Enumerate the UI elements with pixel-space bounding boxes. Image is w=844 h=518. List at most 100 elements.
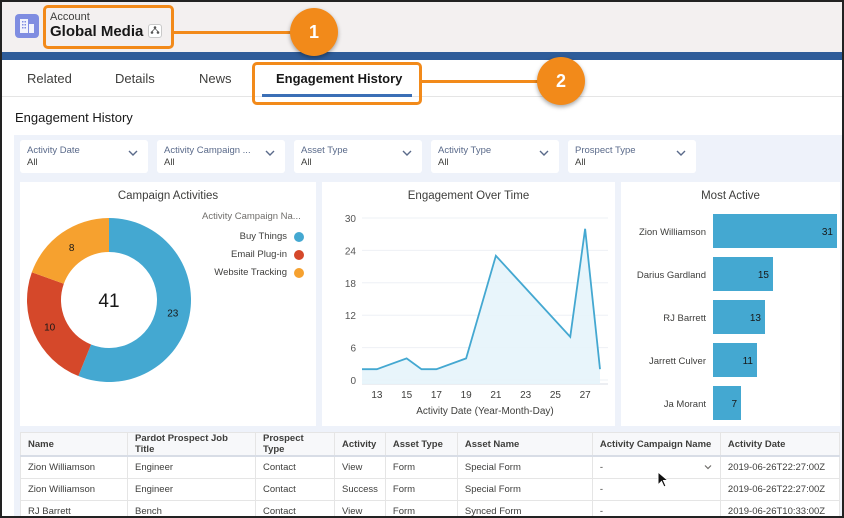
slice-value-label: 10 — [44, 323, 56, 334]
data-point[interactable] — [582, 226, 588, 232]
x-tick-label: 17 — [431, 390, 443, 401]
bar-zion-williamson[interactable] — [713, 214, 837, 248]
chevron-down-icon — [539, 150, 549, 156]
legend-item-label[interactable]: Email Plug-in — [187, 249, 287, 260]
bar-category-label: Zion Williamson — [639, 227, 706, 238]
filter-value: All — [27, 157, 38, 168]
legend-item-label[interactable]: Website Tracking — [187, 267, 287, 278]
filter-prospect-type[interactable]: Prospect Type All — [568, 140, 696, 173]
section-title: Engagement History — [15, 110, 133, 125]
engagement-table: Name Pardot Prospect Job Title Prospect … — [20, 432, 841, 516]
bar-value-label: 7 — [731, 399, 737, 410]
column-header[interactable]: Activity Date — [719, 432, 841, 457]
column-header[interactable]: Pardot Prospect Job Title — [127, 432, 256, 457]
filter-value: All — [164, 157, 175, 168]
y-tick-label: 6 — [350, 344, 356, 355]
cell-asset-name: Special Form — [456, 477, 593, 501]
legend-item-label[interactable]: Buy Things — [187, 231, 287, 242]
data-point[interactable] — [374, 366, 380, 372]
column-header[interactable]: Name — [20, 432, 128, 457]
callout-connector — [422, 80, 540, 83]
bar-value-label: 11 — [743, 356, 754, 367]
column-header[interactable]: Activity — [334, 432, 386, 457]
cell-activity: View — [334, 499, 386, 516]
bar-value-label: 31 — [822, 227, 834, 238]
x-tick-label: 21 — [490, 390, 502, 401]
column-header[interactable]: Prospect Type — [255, 432, 335, 457]
cell-campaign-value: - — [599, 461, 604, 473]
cell-activity: View — [334, 455, 386, 479]
filter-asset-type[interactable]: Asset Type All — [294, 140, 422, 173]
tab-related[interactable]: Related — [27, 71, 72, 86]
cell-activity-date: 2019-06-26T22:27:00Z — [719, 477, 841, 501]
filter-label: Activity Date — [27, 145, 80, 156]
filter-value: All — [575, 157, 586, 168]
x-tick-label: 19 — [461, 390, 473, 401]
cell-campaign-name: - — [591, 499, 721, 516]
data-point[interactable] — [359, 366, 365, 372]
legend-color-dot — [294, 250, 304, 260]
callout-badge-2: 2 — [537, 57, 585, 105]
data-point[interactable] — [433, 366, 439, 372]
cell-job-title: Bench — [127, 499, 256, 516]
filter-value: All — [438, 157, 449, 168]
header-banner — [2, 52, 842, 60]
y-tick-label: 12 — [345, 311, 357, 322]
callout-badge-1: 1 — [290, 8, 338, 56]
data-point[interactable] — [463, 355, 469, 361]
cell-activity-date: 2019-06-26T22:27:00Z — [719, 455, 841, 479]
filter-activity-type[interactable]: Activity Type All — [431, 140, 559, 173]
filter-label: Activity Type — [438, 145, 492, 156]
callout-box-engagement-tab — [252, 62, 422, 105]
table-row[interactable]: RJ Barrett Bench Contact View Form Synce… — [20, 499, 841, 516]
table-row[interactable]: Zion Williamson Engineer Contact Success… — [20, 477, 841, 501]
donut-center-total: 41 — [98, 291, 119, 312]
x-tick-label: 13 — [371, 390, 383, 401]
legend-color-dot — [294, 268, 304, 278]
chevron-down-icon — [676, 150, 686, 156]
bar-value-label: 13 — [750, 313, 762, 324]
data-point[interactable] — [567, 334, 573, 340]
x-tick-label: 23 — [520, 390, 532, 401]
y-tick-label: 30 — [345, 214, 357, 225]
filter-label: Asset Type — [301, 145, 348, 156]
cell-job-title: Engineer — [127, 477, 256, 501]
account-icon — [15, 14, 39, 38]
cell-activity: Success — [334, 477, 386, 501]
cell-asset-type: Form — [384, 499, 458, 516]
callout-box-record-name — [43, 5, 174, 49]
column-header[interactable]: Asset Name — [456, 432, 593, 457]
cell-activity-date: 2019-06-26T10:33:00Z — [719, 499, 841, 516]
data-point[interactable] — [404, 355, 410, 361]
table-row[interactable]: Zion Williamson Engineer Contact View Fo… — [20, 455, 841, 479]
legend-title: Activity Campaign Na... — [202, 211, 301, 222]
legend-color-dot — [294, 232, 304, 242]
chevron-down-icon — [265, 150, 275, 156]
bar-category-label: RJ Barrett — [663, 313, 706, 324]
filter-label: Prospect Type — [575, 145, 636, 156]
chevron-down-icon[interactable] — [703, 462, 713, 472]
filter-activity-campaign[interactable]: Activity Campaign ... All — [157, 140, 285, 173]
cell-asset-name: Synced Form — [456, 499, 593, 516]
most-active-chart: Zion Williamson 31 Darius Gardland 15 RJ Bar… — [637, 214, 837, 420]
data-point[interactable] — [493, 253, 499, 259]
callout-connector — [174, 31, 292, 34]
y-tick-label: 18 — [345, 279, 357, 290]
column-header[interactable]: Activity Campaign Name — [591, 432, 721, 457]
cell-name: Zion Williamson — [20, 455, 128, 479]
cell-prospect-type: Contact — [255, 499, 335, 516]
x-tick-label: 15 — [401, 390, 413, 401]
x-tick-label: 27 — [580, 390, 592, 401]
tab-news[interactable]: News — [199, 71, 232, 86]
tab-details[interactable]: Details — [115, 71, 155, 86]
cell-asset-name: Special Form — [456, 455, 593, 479]
data-point[interactable] — [597, 366, 603, 372]
bar-value-label: 15 — [758, 270, 770, 281]
data-point[interactable] — [419, 366, 425, 372]
x-tick-label: 25 — [550, 390, 562, 401]
bar-category-label: Jarrett Culver — [649, 356, 706, 367]
column-header[interactable]: Asset Type — [384, 432, 458, 457]
slice-value-label: 23 — [167, 308, 179, 319]
donut-slice-email-plug-in[interactable] — [26, 272, 92, 377]
filter-activity-date[interactable]: Activity Date All — [20, 140, 148, 173]
